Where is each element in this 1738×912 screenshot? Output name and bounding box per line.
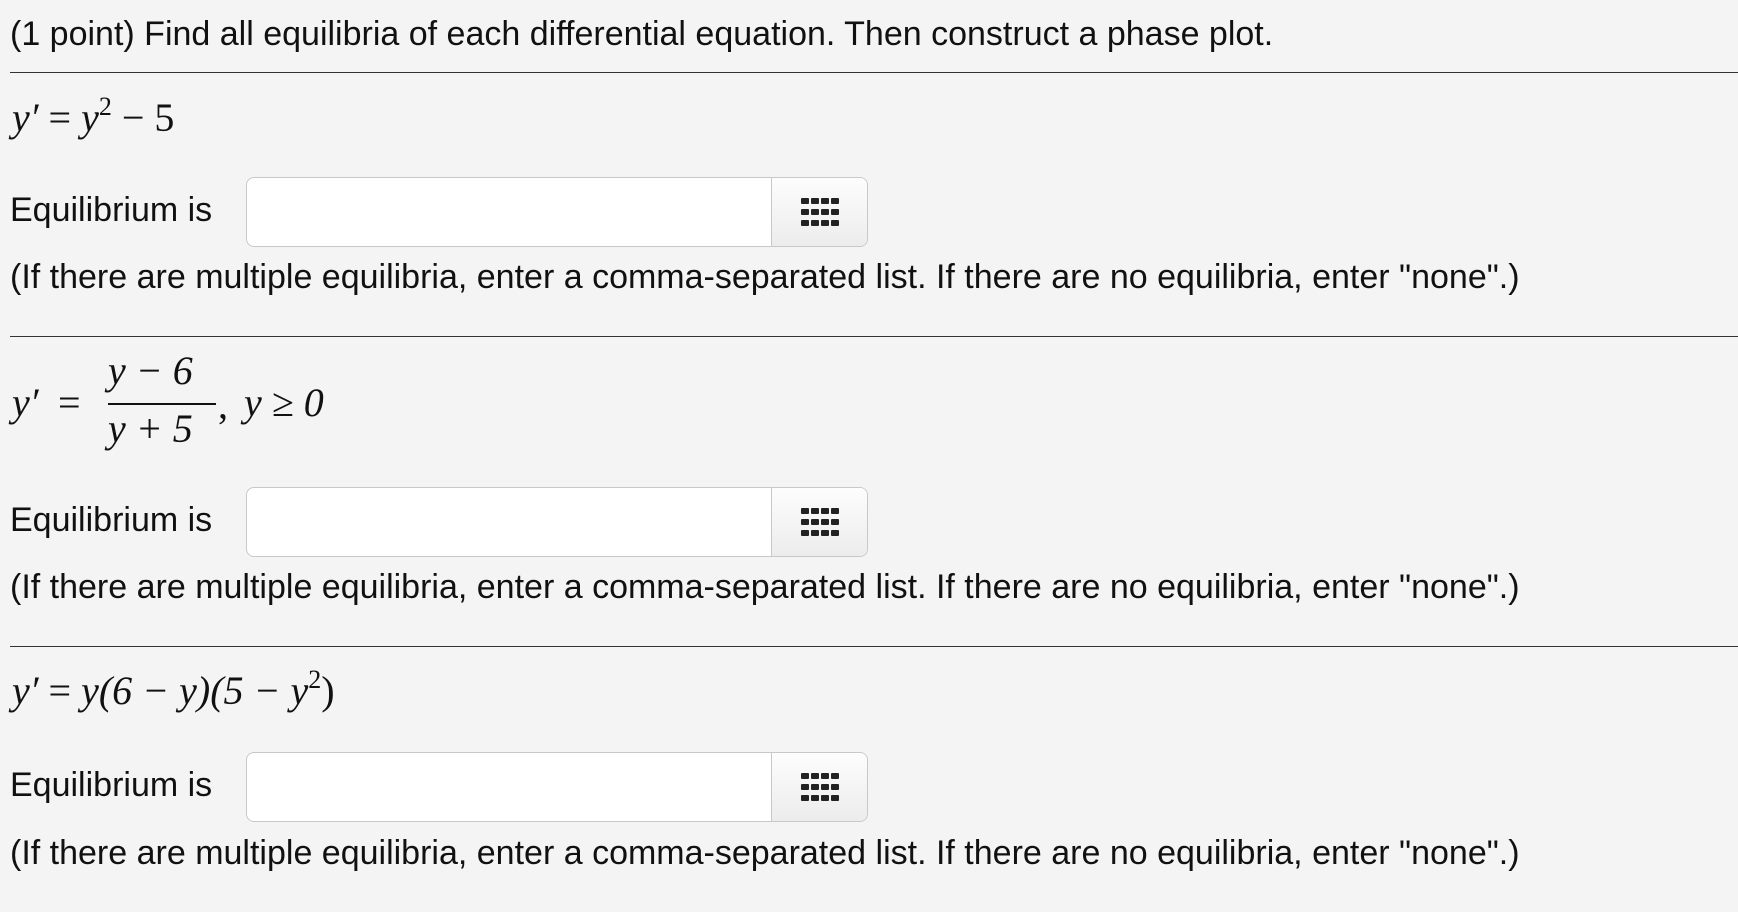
equilibrium-input-2[interactable]	[247, 488, 771, 556]
equilibrium-input-3[interactable]	[247, 753, 771, 821]
equation-comma: ,	[218, 382, 228, 427]
divider	[10, 646, 1738, 647]
answer-field-3	[246, 752, 868, 822]
grid-keypad-icon	[801, 773, 839, 801]
equation-lhs: y′	[12, 380, 39, 425]
equation-condition: y ≥ 0	[244, 380, 324, 425]
hint-text-3: (If there are multiple equilibria, enter…	[10, 834, 1520, 872]
grid-keypad-icon	[801, 508, 839, 536]
equation-3: y′ = y(6 − y)(5 − y2)	[12, 667, 335, 714]
hint-text-1: (If there are multiple equilibria, enter…	[10, 258, 1520, 296]
equation-body: y(6 − y)(5 − y	[81, 668, 309, 713]
divider	[10, 72, 1738, 73]
equation-editor-button-1[interactable]	[771, 178, 867, 246]
equilibrium-label-3: Equilibrium is	[10, 766, 213, 804]
answer-field-1	[246, 177, 868, 247]
divider	[10, 336, 1738, 337]
answer-field-2	[246, 487, 868, 557]
equals-sign: =	[48, 95, 72, 140]
equals-sign: =	[58, 380, 81, 425]
equilibrium-label-1: Equilibrium is	[10, 191, 213, 229]
equation-editor-button-3[interactable]	[771, 753, 867, 821]
equation-1: y′ = y2 − 5	[12, 94, 174, 141]
fraction-denominator: y + 5	[108, 406, 193, 451]
equation-editor-button-2[interactable]	[771, 488, 867, 556]
equation-lhs: y′	[12, 668, 39, 713]
equation-var: y	[81, 95, 99, 140]
equation-exponent: 2	[98, 92, 112, 121]
hint-text-2: (If there are multiple equilibria, enter…	[10, 568, 1520, 606]
equilibrium-input-1[interactable]	[247, 178, 771, 246]
equation-close-paren: )	[321, 668, 335, 713]
equation-rest: − 5	[111, 95, 175, 140]
problem-header: (1 point) Find all equilibria of each di…	[10, 15, 1274, 53]
equals-sign: =	[48, 668, 72, 713]
equation-lhs: y′	[12, 95, 39, 140]
fraction-numerator: y − 6	[108, 348, 193, 393]
grid-keypad-icon	[801, 198, 839, 226]
equilibrium-label-2: Equilibrium is	[10, 501, 213, 539]
equation-2: y′ = y − 6 y + 5 , y ≥ 0	[12, 348, 412, 451]
equation-exponent: 2	[308, 665, 322, 694]
